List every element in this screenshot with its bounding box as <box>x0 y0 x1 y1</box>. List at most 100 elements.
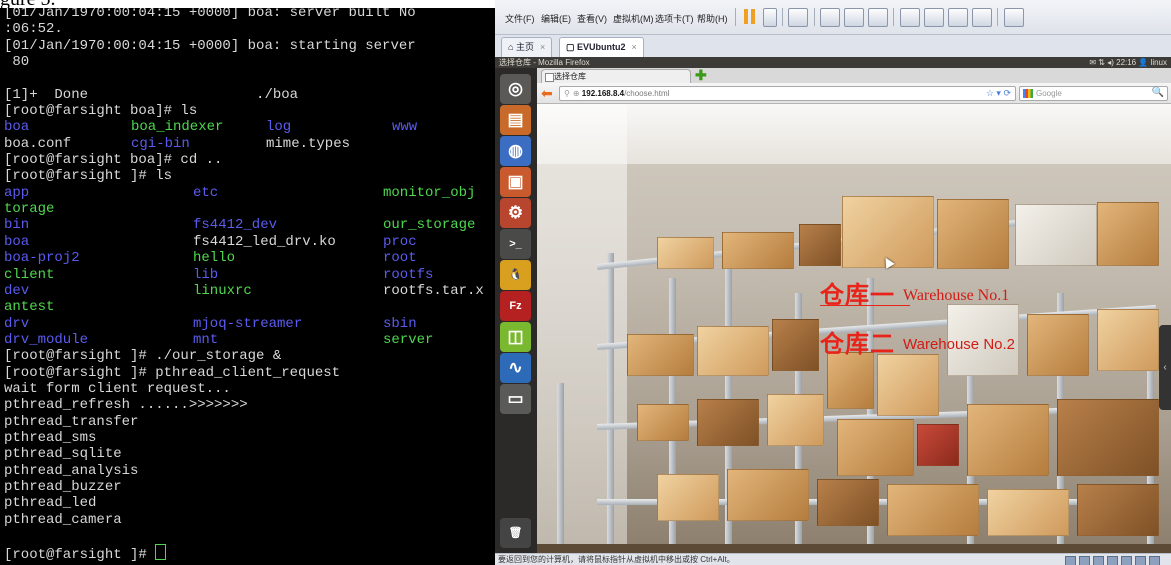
oscilloscope-icon[interactable]: ∿ <box>500 353 531 383</box>
snapshot-restore-icon[interactable] <box>844 8 864 27</box>
tab-evubuntu2[interactable]: ▢ EVUbuntu2 × <box>559 37 644 57</box>
cardboard-box <box>917 424 959 466</box>
close-icon[interactable]: × <box>540 42 545 52</box>
terminal-text: pthread_camera <box>4 511 122 528</box>
menu-vm[interactable]: 虚拟机(M) <box>613 12 654 25</box>
firefox-tab-title: 选择仓库 <box>554 72 586 81</box>
terminal-text: cgi-bin <box>131 135 190 152</box>
qq-icon[interactable]: 🐧 <box>500 260 531 290</box>
terminal-line: [01/Jan/1970:00:04:15 +0000] boa: server… <box>4 8 416 21</box>
terminal-text: mnt <box>193 331 219 348</box>
dash-icon[interactable]: ◎ <box>500 74 531 104</box>
evince-icon[interactable]: ◫ <box>500 322 531 352</box>
network-adapter-icon[interactable] <box>1093 556 1104 565</box>
warehouse-2-link[interactable]: 仓库二 Warehouse No.2 <box>820 324 1015 359</box>
close-icon[interactable]: × <box>632 42 637 52</box>
menu-view[interactable]: 查看(V) <box>577 12 607 25</box>
terminal-text: drv <box>4 315 30 332</box>
pause-icon[interactable] <box>744 9 758 24</box>
side-panel-handle[interactable]: ‹ <box>1159 325 1171 410</box>
snapshot-icon[interactable] <box>820 8 840 27</box>
message-icon[interactable] <box>1149 556 1160 565</box>
software-center-icon[interactable]: ▣ <box>500 167 531 197</box>
terminal-text: proc <box>383 233 417 250</box>
ceiling-light <box>537 104 1171 164</box>
cardboard-box <box>767 394 824 446</box>
warehouse-1-en: Warehouse No.1 <box>903 287 1010 304</box>
terminal-icon[interactable]: >_ <box>500 229 531 259</box>
menu-tabs[interactable]: 选项卡(T) <box>655 12 694 25</box>
terminal-text: lib <box>193 266 219 283</box>
terminal-line: pthread_sms <box>4 430 166 446</box>
url-bar[interactable]: ⚲ ⊕ 192.168.8.4/choose.html ☆ ▾ ⟳ <box>559 86 1016 101</box>
menu-help[interactable]: 帮助(H) <box>697 12 728 25</box>
hdd-icon[interactable] <box>1065 556 1076 565</box>
cardboard-box <box>1057 399 1159 476</box>
dropdown-icon[interactable] <box>763 8 777 27</box>
terminal-prompt-line[interactable]: [root@farsight ]# <box>4 544 167 563</box>
vm-menubar: 文件(F) 编辑(E) 查看(V) 虚拟机(M) 选项卡(T) 帮助(H) <box>495 0 1171 35</box>
tab-home[interactable]: ⌂ 主页 × <box>501 37 553 57</box>
search-icon[interactable]: 🔍 <box>1152 86 1164 99</box>
terminal-text: client <box>4 266 55 283</box>
terminal-text: [1]+ Done ./boa <box>4 86 299 103</box>
terminal-text: pthread_sms <box>4 429 97 446</box>
warehouse-2-en: Warehouse No.2 <box>903 336 1016 353</box>
files-icon[interactable]: ▤ <box>500 105 531 135</box>
cdrom-icon[interactable] <box>1079 556 1090 565</box>
cardboard-box <box>1097 202 1159 266</box>
menu-file[interactable]: 文件(F) <box>505 12 535 25</box>
globe-icon: ⊕ <box>572 89 580 98</box>
terminal-line: drv_module mnt server <box>4 332 433 348</box>
text-cursor <box>155 544 167 561</box>
usb-icon[interactable] <box>1107 556 1118 565</box>
terminal-window[interactable]: [01/Jan/1970:00:04:15 +0000] boa: server… <box>0 8 495 565</box>
terminal-line: wait form client request... <box>4 381 231 397</box>
url-path: /choose.html <box>624 89 670 98</box>
vm-tab-bar: ⌂ 主页 × ▢ EVUbuntu2 × <box>495 35 1171 58</box>
terminal-text: pthread_led <box>4 495 97 512</box>
new-tab-icon[interactable]: ✚ <box>695 67 707 84</box>
thumbnail-icon[interactable] <box>924 8 944 27</box>
snapshot-manager-icon[interactable] <box>868 8 888 27</box>
page-content: 仓库一 Warehouse No.1 仓库二 Warehouse No.2 ‹ <box>537 104 1171 553</box>
terminal-line: pthread_refresh ......>>>>>>> <box>4 397 248 413</box>
site-identity-icon[interactable]: ⚲ <box>564 89 570 98</box>
terminal-text: antest <box>4 299 55 316</box>
library-icon[interactable] <box>1004 8 1024 27</box>
firefox-tab[interactable]: 选择仓库 <box>541 69 691 83</box>
unity-icon[interactable] <box>972 8 992 27</box>
trash-icon[interactable]: 🗑 <box>500 518 531 548</box>
vmware-window: 文件(F) 编辑(E) 查看(V) 虚拟机(M) 选项卡(T) 帮助(H) ⌂ … <box>495 0 1171 565</box>
terminal-line: boa fs4412_led_drv.ko proc <box>4 234 417 250</box>
window-icon[interactable]: ▭ <box>500 384 531 414</box>
terminal-text: :06:52. <box>4 21 63 38</box>
terminal-line: bin fs4412_dev our_storage <box>4 217 475 233</box>
vm-status-bar: 要返回到您的计算机，请将鼠标指针从虚拟机中移出或按 Ctrl+Alt。 <box>495 553 1171 565</box>
fullscreen-icon[interactable] <box>948 8 968 27</box>
panel-indicators[interactable]: ✉ ⇅ ◂) 22:16 👤 linux <box>1089 57 1167 68</box>
google-icon[interactable] <box>1023 89 1033 98</box>
cardboard-box <box>827 352 874 409</box>
back-arrow-icon[interactable]: ⬅ <box>541 85 553 101</box>
terminal-line: [root@farsight ]# pthread_client_request <box>4 365 340 381</box>
terminal-line: boa boa_indexer log www <box>4 119 417 135</box>
menu-edit[interactable]: 编辑(E) <box>541 12 571 25</box>
terminal-line: torage <box>4 201 166 217</box>
filezilla-icon[interactable]: Fz <box>500 291 531 321</box>
search-bar[interactable]: Google 🔍 <box>1019 86 1168 101</box>
console-view-icon[interactable] <box>900 8 920 27</box>
cardboard-box <box>1097 309 1159 371</box>
settings-icon[interactable]: ⚙ <box>500 198 531 228</box>
cardboard-box <box>887 484 979 536</box>
cardboard-box <box>727 469 809 521</box>
terminal-text: [01/Jan/1970:00:04:15 +0000] boa: starti… <box>4 37 416 54</box>
firefox-icon[interactable]: ◍ <box>500 136 531 166</box>
sound-icon[interactable] <box>1121 556 1132 565</box>
terminal-line: antest <box>4 299 166 315</box>
terminal-text: fs4412_led_drv.ko <box>193 233 336 250</box>
display-icon[interactable] <box>1135 556 1146 565</box>
network-icon[interactable] <box>788 8 808 27</box>
reload-icon[interactable]: ☆ ▾ ⟳ <box>986 87 1011 100</box>
terminal-text: [root@farsight ]# ./our_storage & <box>4 348 282 365</box>
